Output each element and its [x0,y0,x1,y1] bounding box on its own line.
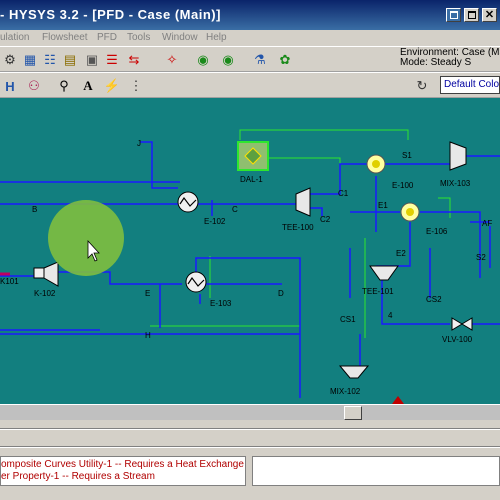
energy-stream-e106 [438,197,451,218]
color-scheme-select[interactable]: Default Colo [440,76,500,94]
horizontal-scrollbar[interactable] [0,404,500,420]
mouse-highlight [48,200,124,276]
move-icon[interactable]: ⚇ [24,76,44,96]
window-title: - HYSYS 3.2 - [PFD - Case (Main)] [0,7,221,22]
label-e103: E-103 [210,299,232,308]
panel-divider [0,420,500,456]
label-mix103: MIX-103 [440,179,471,188]
menu-bar: ulation Flowsheet PFD Tools Window Help [0,30,500,46]
label-vlv100: VLV-100 [442,335,473,344]
e-102-exchanger[interactable] [177,191,199,213]
label-cs1: CS1 [340,315,356,324]
status-bar [0,487,500,500]
label-e106: E-106 [426,227,448,236]
chart-icon[interactable]: ✧ [162,50,182,70]
plant-icon[interactable]: ✿ [275,50,295,70]
label-mix102: MIX-102 [330,387,361,396]
pfd-canvas[interactable]: J B C E-102 DAL-1 TEE-100 C1 C2 S1 E-100… [0,98,500,404]
streams-icon[interactable]: ☰ [102,50,122,70]
flask-icon[interactable]: ⚗ [250,50,270,70]
mode-line: Mode: Steady S [400,57,472,68]
label-c2: C2 [320,215,331,224]
label-e102: E-102 [204,217,226,226]
tee-100-unit[interactable] [295,187,311,217]
label-e100: E-100 [392,181,414,190]
list-icon[interactable]: ☷ [40,50,60,70]
stream-j [140,141,178,189]
stream-e2 [376,222,411,267]
environment-info: Environment: Case (Ma Mode: Steady S [400,48,500,68]
tee-101-unit[interactable] [369,265,399,281]
label-4: 4 [388,311,393,320]
trace-panel[interactable] [252,456,500,486]
label-c: C [232,205,238,214]
e-100-heater[interactable] [366,154,386,174]
energy-stream-h [150,325,301,388]
grid-icon[interactable]: ▣ [82,50,102,70]
connect-icon[interactable]: ⇆ [124,50,144,70]
stream-e103-loop [195,257,301,398]
label-e1: E1 [378,201,388,210]
menu-simulation[interactable]: ulation [0,32,29,43]
e-103-exchanger[interactable] [185,271,207,293]
solver-active-icon[interactable]: ◉ [193,50,213,70]
menu-tools[interactable]: Tools [127,32,150,43]
k-102-compressor[interactable] [33,261,59,287]
message-panel[interactable]: omposite Curves Utility-1 -- Requires a … [0,456,246,486]
menu-pfd[interactable]: PFD [97,32,117,43]
menu-flowsheet[interactable]: Flowsheet [42,32,88,43]
energy-stream-dal [239,129,409,140]
mix-103-unit[interactable] [449,141,467,171]
refresh-icon[interactable]: ↻ [412,76,432,96]
size-mode-icon[interactable]: H [0,76,20,96]
basis-icon[interactable]: ▤ [60,50,80,70]
restore-button[interactable] [446,8,461,22]
text-icon[interactable]: A [78,76,98,96]
vlv-100-valve[interactable] [451,317,473,331]
label-e2: E2 [396,249,406,258]
lightning-icon[interactable]: ⚡ [102,76,122,96]
zoom-icon[interactable]: ⚲ [54,76,74,96]
triangle-marker-icon [392,396,404,404]
divider-line [0,428,500,430]
divider-line [0,446,500,448]
restore-icon [450,11,458,19]
maximize-icon [468,11,476,19]
main-toolbar: ⚙ ▦ ☷ ▤ ▣ ☰ ⇆ ✧ ◉ ◉ ⚗ ✿ Environment: Cas… [0,46,500,72]
message-line: er Property-1 -- Requires a Stream [1,471,155,482]
e-106-heater[interactable] [400,202,420,222]
label-c1: C1 [338,189,349,198]
close-button[interactable]: ✕ [482,8,497,22]
gear-icon[interactable]: ⚙ [0,50,20,70]
label-k101: K101 [0,277,19,286]
solver-hold-icon[interactable]: ◉ [218,50,238,70]
label-tee101: TEE-101 [362,287,394,296]
label-s2: S2 [476,253,486,262]
pfd-toolbar: H ⚇ ⚲ A ⚡ ⋮ ↻ Default Colo [0,72,500,98]
label-h: H [145,331,151,340]
label-dal1: DAL-1 [240,175,263,184]
maximize-button[interactable] [464,8,479,22]
label-s1: S1 [402,151,412,160]
label-af: AF [482,219,492,228]
title-bar: - HYSYS 3.2 - [PFD - Case (Main)] ✕ [0,0,500,30]
menu-help[interactable]: Help [206,32,227,43]
dal-1-unit[interactable] [237,141,269,171]
label-e: E [145,289,150,298]
pfd-diagram: J B C E-102 DAL-1 TEE-100 C1 C2 S1 E-100… [0,129,500,404]
scrollbar-thumb[interactable] [344,406,362,420]
label-cs2: CS2 [426,295,442,304]
energy-stream-c1 [268,157,341,188]
label-b: B [32,205,37,214]
menu-window[interactable]: Window [162,32,198,43]
traffic-light-icon[interactable]: ⋮ [126,76,146,96]
label-tee100: TEE-100 [282,223,314,232]
label-j: J [137,139,141,148]
workbook-icon[interactable]: ▦ [20,50,40,70]
label-d: D [278,289,284,298]
label-k102: K-102 [34,289,56,298]
message-line: omposite Curves Utility-1 -- Requires a … [1,459,244,470]
mix-102-unit[interactable] [338,365,370,379]
close-icon: ✕ [484,9,495,21]
